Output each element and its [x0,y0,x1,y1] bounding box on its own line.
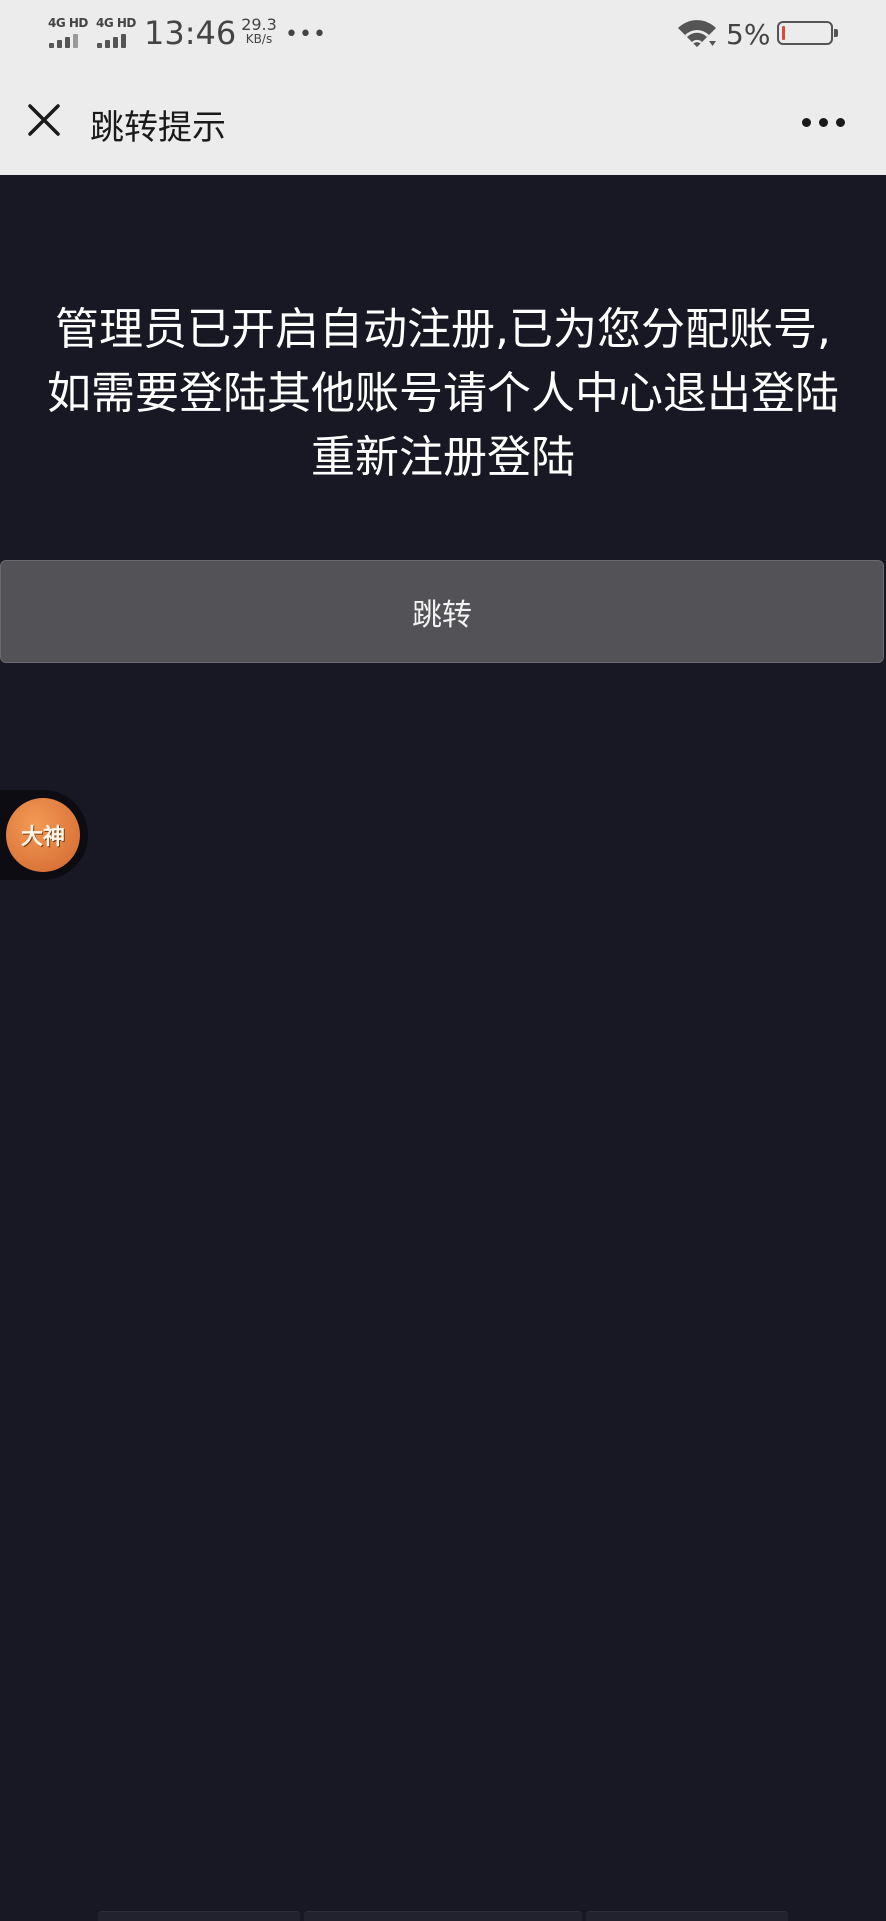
top-bar: 4G HD 4G HD 13:46 29.3 KB/s ••• 5% 跳转提示 [0,0,886,175]
jump-button[interactable]: 跳转 [0,560,884,663]
speed-value: 29.3 [241,15,277,34]
speed-unit: KB/s [245,32,273,46]
redirect-message: 管理员已开启自动注册,已为您分配账号,如需要登陆其他账号请个人中心退出登陆重新注… [47,304,839,483]
more-dots-icon[interactable] [800,108,848,136]
bottom-edge-tabs [0,1908,886,1921]
signal-icon-sim2: 4G HD [96,16,136,50]
network-type-label: 4G HD [96,16,136,30]
signal-icon-sim1: 4G HD [48,16,88,50]
battery-icon [777,21,838,45]
floating-assistant-button[interactable]: 大神 [0,790,88,880]
assistant-badge-icon: 大神 [6,798,80,872]
battery-percent: 5% [726,18,771,51]
clock: 13:46 [144,14,237,52]
wifi-icon [678,20,716,47]
page-title: 跳转提示 [90,108,226,148]
status-bar: 4G HD 4G HD 13:46 29.3 KB/s ••• 5% [0,0,886,70]
network-speed: 29.3 KB/s [239,17,279,47]
close-icon[interactable] [22,98,66,142]
notification-more-icon: ••• [285,22,327,47]
network-type-label: 4G HD [48,16,88,30]
